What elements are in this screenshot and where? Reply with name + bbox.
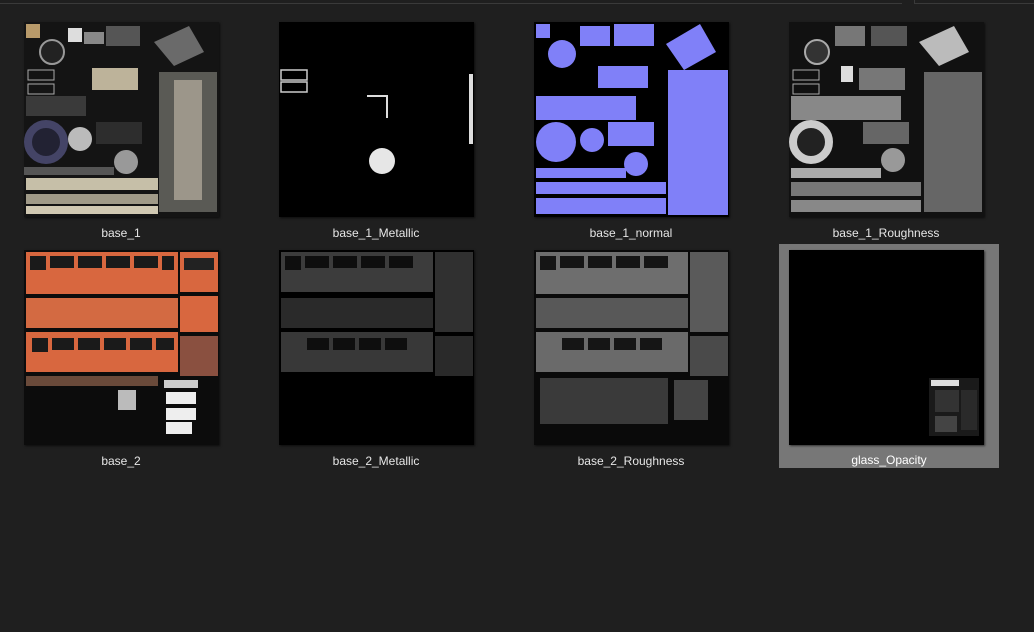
file-tile-glass-opacity[interactable]: glass_Opacity <box>779 244 999 468</box>
file-name-label: base_1 <box>101 226 141 240</box>
texture-thumbnail-image <box>279 250 474 445</box>
file-tile-base-2[interactable]: base_2 <box>21 250 241 474</box>
file-tile-base-1-normal[interactable]: base_1_normal <box>531 22 751 246</box>
file-tile-base-1[interactable]: base_1 <box>21 22 241 246</box>
file-grid: base_1 base_1_Metallic base_1_normal bas… <box>0 0 1034 632</box>
file-tile-base-1-roughness[interactable]: base_1_Roughness <box>786 22 1006 246</box>
file-name-label: base_1_Roughness <box>832 226 940 240</box>
file-tile-base-1-metallic[interactable]: base_1_Metallic <box>276 22 496 246</box>
file-name-label: glass_Opacity <box>851 453 927 467</box>
file-name-label: base_2_Roughness <box>577 454 685 468</box>
texture-thumbnail-image <box>279 22 474 217</box>
texture-thumbnail-image <box>534 22 729 217</box>
texture-thumbnail-image <box>24 250 219 445</box>
texture-thumbnail-image <box>534 250 729 445</box>
file-name-label: base_1_Metallic <box>332 226 420 240</box>
file-name-label: base_1_normal <box>589 226 673 240</box>
file-tile-base-2-roughness[interactable]: base_2_Roughness <box>531 250 751 474</box>
texture-thumbnail-image <box>789 250 984 445</box>
file-tile-base-2-metallic[interactable]: base_2_Metallic <box>276 250 496 474</box>
file-name-label: base_2 <box>101 454 141 468</box>
texture-thumbnail-image <box>789 22 984 217</box>
texture-thumbnail-image <box>24 22 219 217</box>
file-name-label: base_2_Metallic <box>332 454 420 468</box>
